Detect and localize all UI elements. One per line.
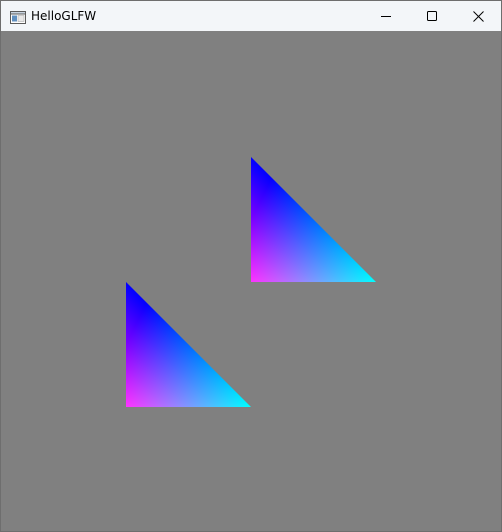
minimize-button[interactable] — [363, 1, 409, 31]
minimize-icon — [381, 11, 391, 21]
window-title: HelloGLFW — [31, 9, 97, 23]
maximize-icon — [427, 11, 437, 21]
gl-render-area[interactable] — [1, 32, 501, 531]
app-window: HelloGLFW — [0, 0, 502, 532]
rgb-triangle-lower — [126, 282, 251, 407]
title-bar[interactable]: HelloGLFW — [1, 1, 501, 31]
rgb-triangle-upper — [251, 157, 376, 282]
maximize-button[interactable] — [409, 1, 455, 31]
window-controls — [363, 1, 501, 31]
close-icon — [472, 10, 484, 22]
app-window-icon — [10, 9, 26, 24]
close-button[interactable] — [455, 1, 501, 31]
